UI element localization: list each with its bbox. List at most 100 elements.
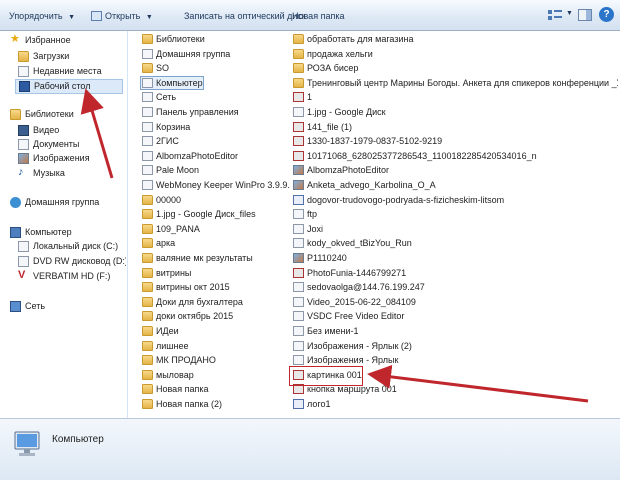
- file-item[interactable]: 00000: [142, 194, 290, 207]
- file-item[interactable]: ftp: [293, 208, 618, 221]
- file-item[interactable]: Новая папка (2): [142, 398, 290, 411]
- file-item[interactable]: SO: [142, 62, 290, 75]
- file-item[interactable]: P1110240: [293, 252, 618, 265]
- file-label: P1110240: [307, 253, 347, 263]
- file-label: Новая папка: [156, 384, 209, 395]
- nav-recent[interactable]: Недавние места: [18, 65, 123, 78]
- file-label: Домашняя группа: [156, 48, 231, 59]
- nav-label: Библиотеки: [25, 109, 74, 119]
- file-item[interactable]: Joxi: [293, 223, 618, 236]
- preview-pane-icon[interactable]: [578, 9, 592, 21]
- file-item[interactable]: арка: [142, 237, 290, 250]
- file-item[interactable]: Сеть: [142, 91, 290, 104]
- new-folder-label: Новая папка: [292, 11, 345, 21]
- file-item[interactable]: Панель управления: [142, 106, 290, 119]
- folder-icon: [142, 340, 153, 351]
- file-label: WebMoney Keeper WinPro 3.9.9.5: [156, 180, 290, 190]
- nav-music[interactable]: ♪ Музыка: [18, 166, 118, 180]
- file-icon: [142, 180, 153, 190]
- nav-verbatim[interactable]: V VERBATIM HD (F:): [18, 269, 123, 283]
- file-item[interactable]: 141_file (1): [293, 121, 618, 134]
- file-item[interactable]: kody_okved_tBizYou_Run: [293, 237, 618, 250]
- nav-favorites[interactable]: ★ Избранное: [10, 33, 120, 47]
- file-item[interactable]: валяние мк результаты: [142, 252, 290, 265]
- file-item[interactable]: sedovaolga@144.76.199.247: [293, 281, 618, 294]
- nav-desktop[interactable]: Рабочий стол: [15, 79, 123, 94]
- nav-label: Домашняя группа: [25, 197, 100, 207]
- nav-images[interactable]: Изображения: [18, 152, 118, 165]
- file-item[interactable]: AlbomzaPhotoEditor: [142, 150, 290, 163]
- file-item[interactable]: PhotoFunia-1446799271: [293, 267, 618, 280]
- file-item[interactable]: Доки для бухгалтера: [142, 296, 290, 309]
- folder-icon: [293, 63, 304, 74]
- file-item[interactable]: обработать для магазина: [293, 33, 618, 46]
- computer-icon: [10, 227, 21, 238]
- file-item[interactable]: WebMoney Keeper WinPro 3.9.9.5: [142, 179, 290, 192]
- file-item[interactable]: Новая папка: [142, 383, 290, 396]
- file-item[interactable]: витрины: [142, 267, 290, 280]
- file-item[interactable]: AlbomzaPhotoEditor: [293, 164, 618, 177]
- file-item[interactable]: Тренинговый центр Марины Богоды. Анкета …: [293, 77, 618, 90]
- nav-label: Изображения: [33, 153, 90, 163]
- nav-libraries[interactable]: Библиотеки: [10, 108, 120, 121]
- nav-video[interactable]: Видео: [18, 124, 118, 137]
- chevron-down-icon[interactable]: ▼: [566, 10, 573, 17]
- file-item[interactable]: продажа хельги: [293, 48, 618, 61]
- file-item[interactable]: Корзина: [142, 121, 290, 134]
- file-item[interactable]: МК ПРОДАНО: [142, 354, 290, 367]
- file-item[interactable]: VSDC Free Video Editor: [293, 310, 618, 323]
- view-options-icon[interactable]: [548, 9, 562, 21]
- file-item[interactable]: Pale Moon: [142, 164, 290, 177]
- nav-documents[interactable]: Документы: [18, 138, 118, 151]
- file-item[interactable]: Библиотеки: [142, 33, 290, 46]
- file-icon: [293, 340, 304, 351]
- file-item[interactable]: Anketa_advego_Karbolina_O_A: [293, 179, 618, 192]
- nav-network[interactable]: Сеть: [10, 300, 120, 313]
- file-item[interactable]: лишнее: [142, 340, 290, 353]
- file-icon: [293, 92, 304, 103]
- file-item[interactable]: Без имени-1: [293, 325, 618, 338]
- folder-icon: [142, 355, 153, 366]
- file-item[interactable]: Домашняя группа: [142, 48, 290, 61]
- file-item[interactable]: 2ГИС: [142, 135, 290, 148]
- file-item[interactable]: 10171068_628025377286543_110018228542053…: [293, 150, 618, 163]
- nav-dvd[interactable]: DVD RW дисковод (D:) м: [18, 255, 126, 268]
- file-item[interactable]: мыловар: [142, 369, 290, 382]
- open-button[interactable]: Открыть ▼: [88, 9, 156, 23]
- file-icon: [293, 311, 304, 322]
- file-item[interactable]: 1: [293, 91, 618, 104]
- new-folder-button[interactable]: Новая папка: [289, 9, 347, 23]
- dvd-drive-icon: [18, 256, 29, 267]
- file-item[interactable]: 1330-1837-1979-0837-5102-9219: [293, 135, 618, 148]
- file-item[interactable]: РОЗА бисер: [293, 62, 618, 75]
- network-icon: [10, 301, 21, 312]
- file-label: Тренинговый центр Марины Богоды. Анкета …: [307, 77, 618, 88]
- file-item[interactable]: витрины окт 2015: [142, 281, 290, 294]
- nav-local-disk[interactable]: Локальный диск (C:): [18, 240, 123, 253]
- folder-icon: [142, 34, 153, 44]
- documents-icon: [18, 139, 29, 150]
- nav-downloads[interactable]: Загрузки: [18, 50, 118, 63]
- folder-icon: [142, 238, 153, 249]
- file-item[interactable]: 1.jpg - Google Диск: [293, 106, 618, 119]
- file-label: лого1: [307, 399, 331, 409]
- chevron-down-icon: ▼: [68, 14, 76, 21]
- file-item[interactable]: доки октябрь 2015: [142, 310, 290, 323]
- file-item[interactable]: Изображения - Ярлык (2): [293, 340, 618, 353]
- file-icon: [293, 238, 304, 249]
- nav-label: DVD RW дисковод (D:) м: [33, 256, 126, 266]
- help-icon[interactable]: ?: [599, 7, 614, 22]
- nav-computer[interactable]: Компьютер: [10, 226, 120, 239]
- file-item[interactable]: dogovor-trudovogo-podryada-s-fizicheskim…: [293, 194, 618, 207]
- nav-homegroup[interactable]: Домашняя группа: [10, 196, 125, 209]
- organize-button[interactable]: Упорядочить ▼: [6, 9, 78, 23]
- file-item[interactable]: ИДеи: [142, 325, 290, 338]
- file-item[interactable]: лого1: [293, 398, 618, 411]
- file-item[interactable]: 109_PANA: [142, 223, 290, 236]
- folder-icon: [293, 34, 304, 44]
- file-label: Сеть: [156, 92, 177, 103]
- file-item[interactable]: Компьютер: [142, 77, 290, 90]
- file-item[interactable]: Video_2015-06-22_084109: [293, 296, 618, 309]
- file-label: SO: [156, 63, 170, 74]
- file-item[interactable]: 1.jpg - Google Диск_files: [142, 208, 290, 221]
